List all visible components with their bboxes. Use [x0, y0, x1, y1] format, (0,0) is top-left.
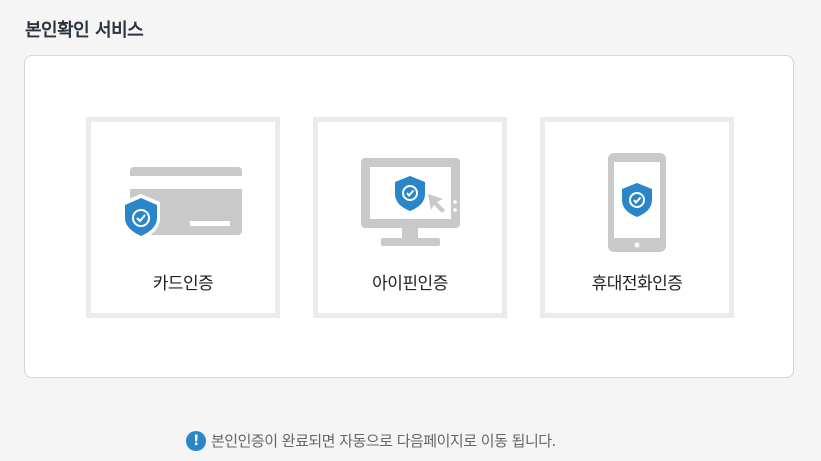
- exclamation-icon: !: [186, 430, 206, 451]
- ipin-verification-button[interactable]: 아이핀인증: [313, 117, 507, 318]
- notice-message: ! 본인인증이 완료되면 자동으로 다음페이지로 이동 됩니다.: [186, 430, 556, 451]
- card-label: 카드인증: [152, 274, 214, 294]
- mobile-phone-shield-icon: [608, 153, 666, 252]
- card-verification-button[interactable]: 카드인증: [86, 117, 280, 318]
- card-label: 휴대전화인증: [591, 274, 683, 294]
- credit-card-shield-icon: [122, 167, 242, 240]
- card-label: 아이핀인증: [372, 274, 448, 294]
- verification-panel: 카드인증 아이핀인증 휴대전화인증: [24, 55, 794, 378]
- mobile-verification-button[interactable]: 휴대전화인증: [540, 117, 734, 318]
- page-title: 본인확인 서비스: [25, 20, 144, 41]
- notice-text: 본인인증이 완료되면 자동으로 다음페이지로 이동 됩니다.: [211, 432, 556, 450]
- monitor-shield-cursor-icon: [361, 158, 460, 246]
